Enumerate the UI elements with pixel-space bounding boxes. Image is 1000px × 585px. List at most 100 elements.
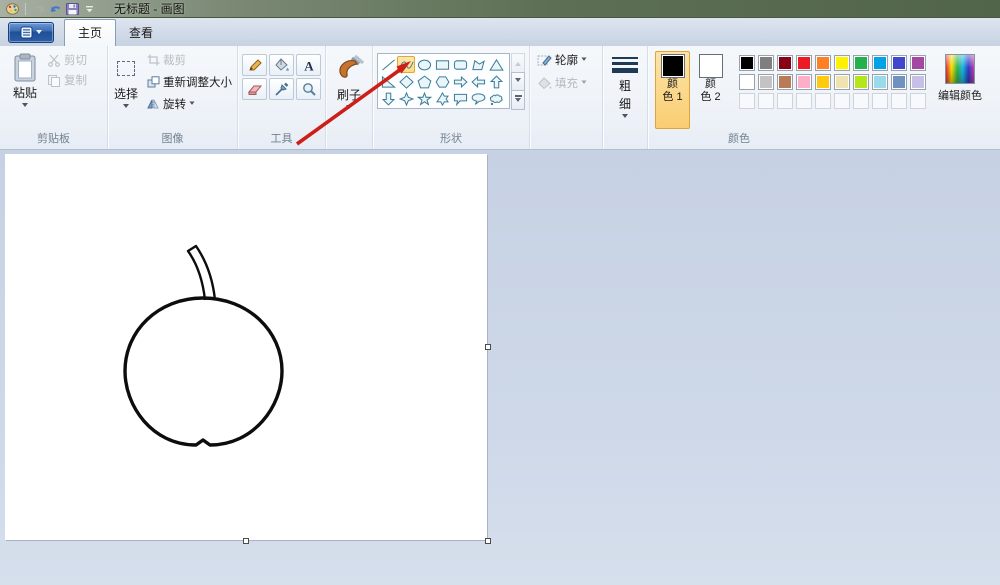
select-button[interactable]: 选择 xyxy=(111,51,141,129)
shapes-scrollbar xyxy=(511,53,525,109)
shapes-more-button[interactable] xyxy=(511,90,525,110)
palette-color-swatch[interactable] xyxy=(853,55,869,71)
palette-color-swatch[interactable] xyxy=(815,74,831,90)
color2-button[interactable]: 颜 色 2 xyxy=(693,51,728,129)
palette-empty-slot[interactable] xyxy=(796,93,812,109)
rotate-button[interactable]: 旋转 xyxy=(145,95,234,113)
palette-color-swatch[interactable] xyxy=(777,74,793,90)
fill-bucket-icon xyxy=(274,58,290,73)
palette-empty-slot[interactable] xyxy=(777,93,793,109)
palette-empty-slot[interactable] xyxy=(891,93,907,109)
shape-diamond-icon[interactable] xyxy=(397,73,415,90)
copy-button[interactable]: 复制 xyxy=(45,71,89,89)
shape-arrow-down-icon[interactable] xyxy=(379,90,397,107)
tab-home[interactable]: 主页 xyxy=(64,19,116,46)
shape-callout-cloud-icon[interactable] xyxy=(487,90,505,107)
palette-color-swatch[interactable] xyxy=(758,55,774,71)
redo-icon[interactable] xyxy=(30,1,47,16)
palette-empty-slot[interactable] xyxy=(758,93,774,109)
palette-color-swatch[interactable] xyxy=(872,55,888,71)
undo-icon[interactable] xyxy=(47,1,64,16)
palette-color-swatch[interactable] xyxy=(891,55,907,71)
fill-button[interactable]: 填充 xyxy=(535,74,589,92)
text-tool[interactable]: A xyxy=(296,54,321,76)
color1-button[interactable]: 颜 色 1 xyxy=(655,51,690,129)
save-icon[interactable] xyxy=(64,1,81,16)
shape-arrow-left-icon[interactable] xyxy=(469,73,487,90)
shape-oval-icon[interactable] xyxy=(415,56,433,73)
shape-line-icon[interactable] xyxy=(379,56,397,73)
select-dropdown-icon xyxy=(123,104,129,111)
palette-color-swatch[interactable] xyxy=(853,74,869,90)
shape-star-6-icon[interactable] xyxy=(433,90,451,107)
qat-dropdown-icon[interactable] xyxy=(81,1,98,16)
drawing-canvas[interactable] xyxy=(5,154,487,540)
canvas-resize-handle-bottom[interactable] xyxy=(243,538,249,544)
shape-hexagon-icon[interactable] xyxy=(433,73,451,90)
palette-empty-slot[interactable] xyxy=(910,93,926,109)
shape-star-4-icon[interactable] xyxy=(397,90,415,107)
fill-tool[interactable] xyxy=(269,54,294,76)
palette-color-swatch[interactable] xyxy=(891,74,907,90)
palette-color-swatch[interactable] xyxy=(872,74,888,90)
shape-curve-icon[interactable] xyxy=(397,56,415,73)
cut-button[interactable]: 剪切 xyxy=(45,51,89,69)
shape-arrow-up-icon[interactable] xyxy=(487,73,505,90)
palette-color-swatch[interactable] xyxy=(910,55,926,71)
tools-group: A 工具 xyxy=(238,46,326,149)
color-picker-tool[interactable] xyxy=(269,78,294,100)
brush-icon xyxy=(333,53,365,85)
shape-star-5-icon[interactable] xyxy=(415,90,433,107)
palette-color-swatch[interactable] xyxy=(834,74,850,90)
shape-rounded-rectangle-icon[interactable] xyxy=(451,56,469,73)
size-group-spacer xyxy=(603,145,647,149)
shape-right-triangle-icon[interactable] xyxy=(379,73,397,90)
palette-color-swatch[interactable] xyxy=(777,55,793,71)
pencil-tool[interactable] xyxy=(242,54,267,76)
canvas-resize-handle-right[interactable] xyxy=(485,344,491,350)
shapes-scroll-down-button[interactable] xyxy=(511,72,525,92)
shapes-scroll-up-button[interactable] xyxy=(511,53,525,73)
edit-colors-button[interactable]: 编辑颜色 xyxy=(938,51,982,129)
palette-color-swatch[interactable] xyxy=(758,74,774,90)
eraser-tool[interactable] xyxy=(242,78,267,100)
shape-arrow-right-icon[interactable] xyxy=(451,73,469,90)
paint-window: 无标题 - 画图 主页 查看 粘贴 剪切 xyxy=(0,0,1000,585)
resize-button[interactable]: 重新调整大小 xyxy=(145,73,234,91)
palette-empty-slot[interactable] xyxy=(739,93,755,109)
palette-color-swatch[interactable] xyxy=(796,55,812,71)
palette-empty-slot[interactable] xyxy=(872,93,888,109)
shape-callout-rectangle-icon[interactable] xyxy=(451,90,469,107)
palette-empty-slot[interactable] xyxy=(853,93,869,109)
rotate-dropdown-icon xyxy=(189,102,194,108)
clipboard-icon xyxy=(12,53,38,83)
application-menu-button[interactable] xyxy=(8,22,54,43)
brushes-button[interactable]: 刷子 xyxy=(330,51,368,145)
palette-color-swatch[interactable] xyxy=(796,74,812,90)
palette-color-swatch[interactable] xyxy=(739,74,755,90)
palette-color-swatch[interactable] xyxy=(815,55,831,71)
shape-rectangle-icon[interactable] xyxy=(433,56,451,73)
shapes-gallery xyxy=(377,53,510,109)
shape-pentagon-icon[interactable] xyxy=(415,73,433,90)
tab-view[interactable]: 查看 xyxy=(116,20,166,46)
outline-button[interactable]: 轮廓 xyxy=(535,51,589,69)
shape-callout-oval-icon[interactable] xyxy=(469,90,487,107)
palette-color-swatch[interactable] xyxy=(739,55,755,71)
colors-group: 颜 色 1 颜 色 2 编辑颜色 颜色 xyxy=(648,46,1000,149)
palette-empty-slot[interactable] xyxy=(815,93,831,109)
color2-label-2: 色 2 xyxy=(700,91,720,104)
shapes-group: 形状 xyxy=(373,46,530,149)
paste-button[interactable]: 粘贴 xyxy=(9,51,41,129)
palette-color-swatch[interactable] xyxy=(910,74,926,90)
shape-polygon-icon[interactable] xyxy=(469,56,487,73)
palette-empty-slot[interactable] xyxy=(834,93,850,109)
crop-button[interactable]: 裁剪 xyxy=(145,51,234,69)
paint-app-icon[interactable] xyxy=(4,1,21,16)
canvas-resize-handle-corner[interactable] xyxy=(485,538,491,544)
magnifier-tool[interactable] xyxy=(296,78,321,100)
size-button[interactable]: 粗 细 xyxy=(609,51,641,123)
palette-color-swatch[interactable] xyxy=(834,55,850,71)
shape-triangle-icon[interactable] xyxy=(487,56,505,73)
fill-icon xyxy=(537,77,552,90)
